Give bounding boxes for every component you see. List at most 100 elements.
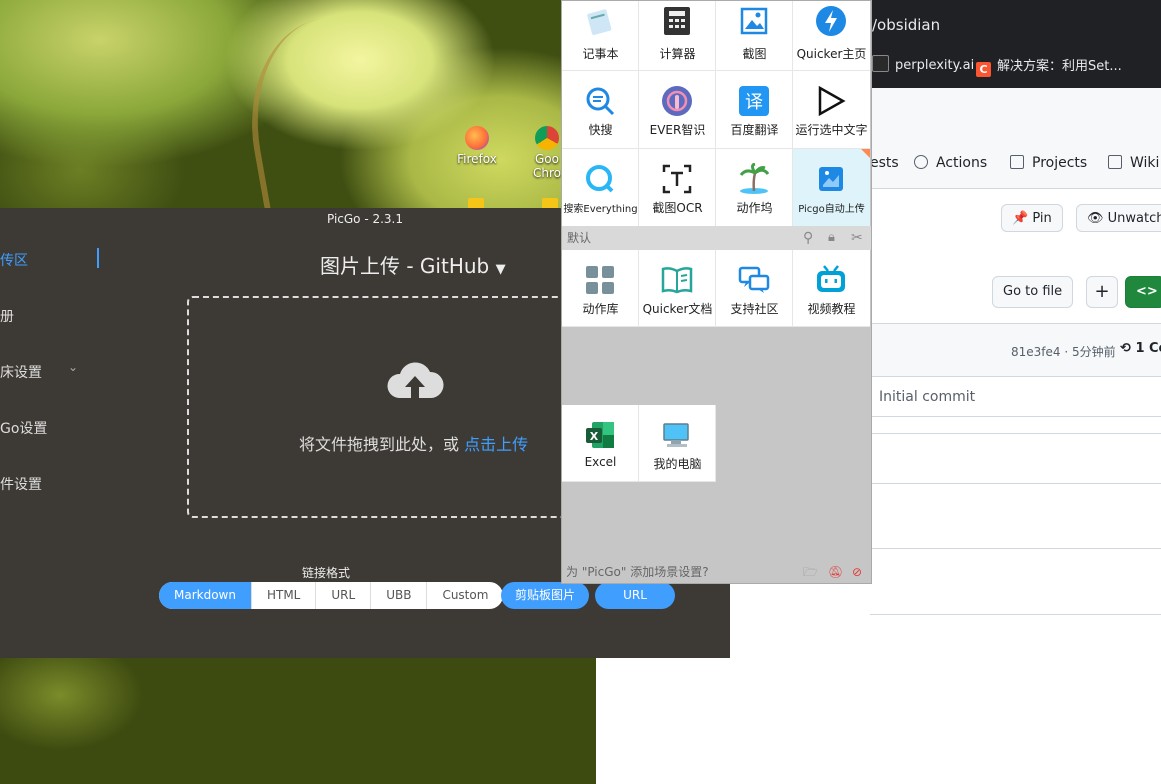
- divider: [870, 614, 1161, 615]
- click-upload-link[interactable]: 点击上传: [464, 435, 528, 454]
- chevron-down-icon[interactable]: ⌄: [68, 360, 78, 374]
- commit-meta[interactable]: 81e3fe4 · 5分钟前: [1011, 343, 1116, 360]
- address-bar[interactable]: /obsidian: [870, 8, 1161, 42]
- action-baidu-translate[interactable]: 译 百度翻译: [716, 71, 793, 149]
- add-scene-hint[interactable]: 为 "PicGo" 添加场景设置?: [566, 565, 709, 579]
- palm-tree-icon: [739, 163, 770, 194]
- history-icon: ⟲: [1120, 341, 1131, 356]
- action-label: 动作坞: [736, 201, 773, 215]
- scene-settings-footer: 为 "PicGo" 添加场景设置? 🗁 🔕︎ ⊘: [562, 561, 871, 583]
- tab-label: ests: [870, 155, 899, 171]
- action-label: 运行选中文字: [795, 123, 868, 137]
- bookmark-csdn[interactable]: C 解决方案：利用Set...: [976, 55, 1122, 77]
- search-icon: [586, 87, 615, 116]
- ever-icon: [662, 86, 692, 116]
- action-search-everything[interactable]: 搜索Everything: [562, 149, 639, 227]
- action-quicker-home[interactable]: Quicker主页: [793, 1, 870, 71]
- cloud-upload-icon: [387, 362, 444, 398]
- tab-pull-requests[interactable]: ests: [870, 155, 899, 171]
- upload-title-text: 图片上传 - GitHub: [320, 254, 490, 278]
- unwatch-button[interactable]: 👁 Unwatch: [1076, 204, 1161, 232]
- action-video-tutorial[interactable]: 视频教程: [793, 250, 870, 327]
- lock-icon[interactable]: 🔒︎: [828, 226, 835, 250]
- caret-down-icon: ▼: [495, 262, 506, 277]
- calculator-icon: [664, 7, 690, 35]
- format-markdown[interactable]: Markdown: [159, 582, 252, 609]
- action-excel[interactable]: X Excel: [562, 405, 639, 482]
- commits-link[interactable]: ⟲ 1 Co: [1120, 341, 1161, 356]
- action-label: 截图: [742, 47, 767, 61]
- action-run-selected-text[interactable]: 运行选中文字: [793, 71, 870, 149]
- mute-icon[interactable]: 🔕︎: [828, 561, 843, 583]
- browser-window: /obsidian perplexity.ai C 解决方案：利用Set... e…: [870, 0, 1161, 784]
- go-to-file-label: Go to file: [1003, 284, 1063, 299]
- tab-projects[interactable]: Projects: [1010, 155, 1087, 171]
- pin-icon: 📌: [1012, 211, 1029, 226]
- action-community[interactable]: 支持社区: [716, 250, 793, 327]
- screenshot-icon: [740, 7, 768, 35]
- desktop-icon-firefox[interactable]: Firefox: [447, 126, 507, 166]
- address-text: /obsidian: [872, 16, 941, 34]
- action-notepad[interactable]: 记事本: [562, 1, 639, 71]
- svg-text:X: X: [590, 430, 599, 443]
- commit-message[interactable]: Initial commit: [879, 389, 975, 405]
- sidebar-item-upload[interactable]: 传区: [0, 250, 28, 270]
- action-label: 动作库: [582, 302, 619, 316]
- firefox-icon: [465, 126, 489, 150]
- link-format-group: Markdown HTML URL UBB Custom: [159, 582, 504, 609]
- new-badge: [861, 149, 870, 158]
- add-file-button[interactable]: +: [1086, 276, 1118, 308]
- desktop-icon-label: Firefox: [457, 152, 497, 166]
- action-ever[interactable]: EVER智识: [639, 71, 716, 149]
- tab-wiki[interactable]: Wiki: [1108, 155, 1159, 171]
- format-url[interactable]: URL: [316, 582, 372, 609]
- action-dock[interactable]: 动作坞: [716, 149, 793, 227]
- divider: [870, 483, 1161, 484]
- format-html[interactable]: HTML: [252, 582, 317, 609]
- format-custom[interactable]: Custom: [427, 582, 503, 609]
- tab-label: Projects: [1032, 155, 1088, 171]
- upload-title[interactable]: 图片上传 - GitHub ▼: [320, 250, 506, 279]
- play-icon: [914, 155, 928, 169]
- action-quick-search[interactable]: 快搜: [562, 71, 639, 149]
- grid-icon: [586, 266, 614, 294]
- action-library[interactable]: 动作库: [562, 250, 639, 327]
- tab-label: Wiki: [1130, 155, 1160, 171]
- drop-zone[interactable]: 将文件拖拽到此处，或 点击上传: [187, 296, 577, 518]
- quicker-panel: 记事本 计算器 截图 Quicker主页 快搜 EVER智识 译 百度翻译 运行…: [561, 0, 872, 584]
- url-upload-button[interactable]: URL: [595, 582, 675, 609]
- book-icon: [1108, 155, 1122, 169]
- bilibili-icon: [817, 265, 845, 292]
- folder-icon[interactable]: 🗁: [803, 561, 818, 583]
- clipboard-image-button[interactable]: 剪贴板图片: [501, 582, 589, 609]
- tools-icon[interactable]: ✂: [851, 226, 863, 250]
- format-ubb[interactable]: UBB: [371, 582, 428, 609]
- bookmark-label: perplexity.ai: [895, 58, 975, 73]
- block-icon[interactable]: ⊘: [852, 561, 862, 583]
- picgo-icon: [819, 167, 843, 191]
- desktop-wallpaper-bottom: [0, 655, 596, 784]
- sidebar-item-picbed-settings[interactable]: 床设置: [0, 362, 42, 382]
- sidebar-item-picgo-settings[interactable]: Go设置: [0, 418, 47, 438]
- action-quicker-docs[interactable]: Quicker文档: [639, 250, 716, 327]
- action-screenshot-ocr[interactable]: 截图OCR: [639, 149, 716, 227]
- ocr-icon: [662, 164, 692, 194]
- action-screenshot[interactable]: 截图: [716, 1, 793, 71]
- search-icon[interactable]: ⚲: [803, 226, 813, 250]
- go-to-file-button[interactable]: Go to file: [992, 276, 1074, 308]
- sidebar-item-plugin-settings[interactable]: 件设置: [0, 474, 42, 494]
- action-label: 我的电脑: [653, 457, 702, 471]
- action-calculator[interactable]: 计算器: [639, 1, 716, 71]
- bookmark-perplexity[interactable]: perplexity.ai: [872, 55, 974, 73]
- pin-button[interactable]: 📌 Pin: [1001, 204, 1063, 232]
- csdn-icon: C: [976, 62, 991, 77]
- action-my-computer[interactable]: 我的电脑: [639, 405, 716, 482]
- drop-instructions: 将文件拖拽到此处，或 点击上传: [299, 431, 528, 455]
- chat-icon: [738, 266, 770, 293]
- action-label: Excel: [584, 455, 617, 469]
- tab-actions[interactable]: Actions: [914, 155, 987, 171]
- action-label: Quicker文档: [642, 302, 713, 316]
- action-picgo-auto-upload[interactable]: Picgo自动上传: [793, 149, 870, 227]
- code-button[interactable]: <>: [1125, 276, 1161, 308]
- sidebar-item-album[interactable]: 册: [0, 306, 14, 326]
